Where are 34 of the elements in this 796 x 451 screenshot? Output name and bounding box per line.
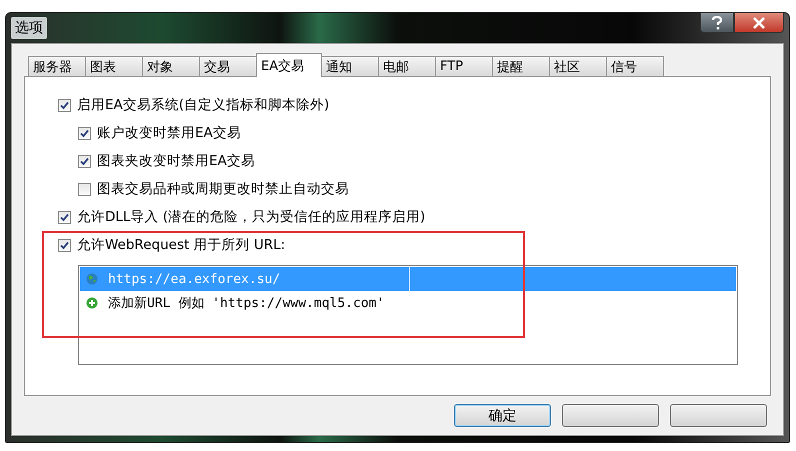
window-title: 选项: [11, 17, 47, 39]
help-button[interactable]: [700, 12, 734, 33]
checkbox-label: 图表交易品种或周期更改时禁止自动交易: [97, 180, 349, 198]
tab[interactable]: 对象: [142, 56, 200, 76]
dialog-button[interactable]: [562, 404, 659, 427]
tab[interactable]: 通知: [321, 56, 379, 76]
checkbox[interactable]: [78, 154, 91, 168]
checkbox[interactable]: [78, 126, 91, 140]
checkbox-label: 允许DLL导入 (潜在的危险，只为受信任的应用程序启用): [77, 208, 426, 226]
tab[interactable]: EA交易: [256, 53, 322, 77]
tab[interactable]: 交易: [199, 56, 257, 76]
globe-icon: [86, 273, 98, 285]
tab[interactable]: 服务器: [28, 56, 86, 76]
checkbox-label: 账户改变时禁用EA交易: [97, 124, 241, 142]
tab[interactable]: 图表: [85, 56, 143, 76]
close-button[interactable]: [734, 12, 784, 33]
checkbox-label: 图表夹改变时禁用EA交易: [97, 152, 255, 170]
checkbox-label: 允许WebRequest 用于所列 URL:: [77, 236, 286, 254]
checkbox[interactable]: [58, 238, 71, 252]
dialog-button[interactable]: [670, 404, 767, 427]
tab[interactable]: 提醒: [492, 56, 550, 76]
list-item[interactable]: 添加新URL 例如 'https://www.mql5.com': [80, 291, 736, 315]
help-icon: [711, 16, 723, 30]
add-icon: [86, 297, 98, 309]
tab[interactable]: 电邮: [378, 56, 436, 76]
checkbox[interactable]: [58, 98, 71, 112]
checkbox[interactable]: [58, 210, 71, 224]
tab[interactable]: 社区: [549, 56, 607, 76]
dialog-button[interactable]: 确定: [454, 404, 551, 427]
tab[interactable]: FTP: [435, 56, 493, 76]
checkbox[interactable]: [78, 182, 91, 196]
close-icon: [753, 16, 765, 28]
tab[interactable]: 信号: [606, 56, 664, 76]
checkbox-label: 启用EA交易系统(自定义指标和脚本除外): [77, 96, 330, 114]
